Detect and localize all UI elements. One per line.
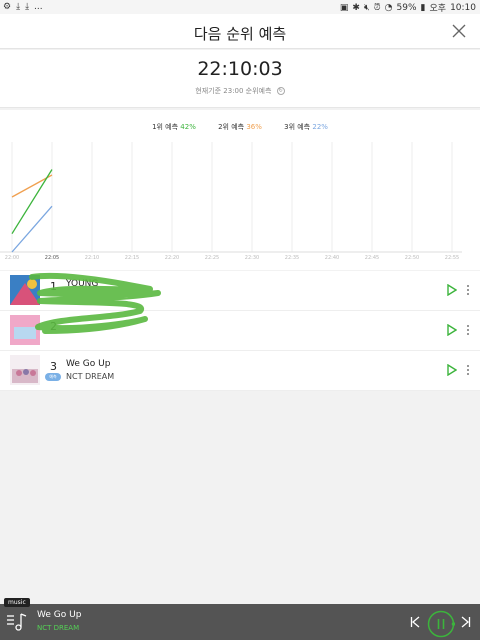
- more-options-icon[interactable]: [466, 364, 470, 376]
- app-tag: music: [4, 598, 30, 607]
- playlist-icon[interactable]: [6, 612, 28, 632]
- x-tick-label: 22:45: [365, 255, 379, 261]
- status-bar: ⚙ ⤓ ⤓ ... ▣ ✱ 🔇︎ ⏰︎ ◔ 59% ▮ 오후 10:10: [0, 0, 480, 14]
- album-art: [10, 275, 40, 305]
- play-icon[interactable]: [447, 324, 457, 336]
- list-item[interactable]: 3 We Go Up 예측 NCT DREAM: [0, 351, 480, 391]
- list-item[interactable]: 1 YOUNG: [0, 271, 480, 311]
- mini-player[interactable]: We Go Up NCT DREAM: [0, 604, 480, 640]
- download-icon: ⤓: [25, 2, 30, 12]
- time-panel: 22:10:03 현재기준 23:00 순위예측 ↻: [0, 50, 480, 108]
- clock-time: 10:10: [450, 2, 476, 13]
- x-tick-label: 22:05: [45, 255, 59, 261]
- rank-number: 3: [50, 360, 57, 373]
- more-options-icon[interactable]: [466, 284, 470, 296]
- alarm-icon: ⏰︎: [373, 2, 381, 13]
- x-tick-label: 22:00: [5, 255, 19, 261]
- more-notifications: ...: [34, 2, 43, 12]
- x-tick-label: 22:40: [325, 255, 339, 261]
- mute-icon: 🔇︎: [363, 2, 370, 13]
- album-art: [10, 355, 40, 385]
- x-tick-label: 22:35: [285, 255, 299, 261]
- x-tick-label: 22:20: [165, 255, 179, 261]
- song-title: We Go Up: [66, 359, 111, 369]
- x-tick-label: 22:25: [205, 255, 219, 261]
- wifi-icon: ◔: [384, 2, 393, 13]
- now-playing-artist: NCT DREAM: [37, 624, 80, 632]
- prediction-basis: 현재기준 23:00 순위예측 ↻: [0, 86, 480, 96]
- chart-plot: 22:00 22:05 22:10 22:15 22:20 22:25 22:30 22:35…: [0, 142, 462, 261]
- page-header: 다음 순위 예측: [0, 14, 480, 49]
- x-tick-label: 22:10: [85, 255, 99, 261]
- x-tick-label: 22:30: [245, 255, 259, 261]
- prediction-chart: 1위 예측 42% 2위 예측 36% 3위 예측 22% 22:00 22:05…: [0, 110, 480, 270]
- rank-list: 1 YOUNG 2 3 We Go Up 예측 NCT DREAM: [0, 271, 480, 391]
- next-icon[interactable]: [461, 616, 471, 628]
- play-icon[interactable]: [447, 364, 457, 376]
- list-item[interactable]: 2: [0, 311, 480, 351]
- album-art: [10, 315, 40, 345]
- current-time: 22:10:03: [197, 58, 283, 80]
- series-line-3: [11, 205, 53, 253]
- play-icon[interactable]: [447, 284, 457, 296]
- battery-icon: ▮: [420, 2, 426, 13]
- rank-number: 2: [50, 320, 57, 333]
- rank-number: 1: [50, 280, 57, 293]
- page-title: 다음 순위 예측: [193, 25, 287, 43]
- clock-ampm: 오후: [429, 4, 447, 14]
- download-icon: ⤓: [16, 2, 21, 12]
- battery-percent: 59%: [396, 2, 417, 13]
- x-tick-label: 22:50: [405, 255, 419, 261]
- pause-icon[interactable]: [427, 610, 455, 638]
- x-tick-label: 22:55: [445, 255, 459, 261]
- series-line-2: [11, 169, 53, 235]
- close-icon[interactable]: [452, 24, 466, 38]
- prediction-badge: 예측: [45, 373, 61, 381]
- bluetooth-icon: ✱: [352, 2, 360, 13]
- notification-icon: ⚙: [3, 2, 12, 12]
- x-tick-label: 22:15: [125, 255, 139, 261]
- refresh-icon[interactable]: ↻: [276, 87, 285, 95]
- more-options-icon[interactable]: [466, 324, 470, 336]
- previous-icon[interactable]: [410, 616, 420, 628]
- prediction-basis-label: 현재기준 23:00 순위예측: [195, 87, 272, 95]
- artist-name: NCT DREAM: [66, 372, 115, 381]
- song-title: YOUNG: [66, 279, 99, 289]
- now-playing-title: We Go Up: [37, 610, 82, 620]
- app-icon: ▣: [339, 2, 349, 13]
